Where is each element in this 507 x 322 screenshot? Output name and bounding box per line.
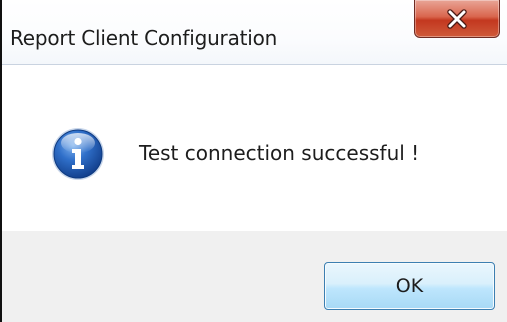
message-text: Test connection successful ! [139,141,420,165]
message-dialog: Report Client Configuration Test connect… [0,0,507,322]
close-icon [447,8,467,29]
button-bar: OK [2,231,507,322]
info-icon [52,128,104,180]
close-button[interactable] [414,0,500,38]
title-bar[interactable]: Report Client Configuration [2,0,507,65]
ok-button[interactable]: OK [324,262,495,310]
message-area: Test connection successful ! [2,65,507,231]
window-title: Report Client Configuration [10,26,278,50]
